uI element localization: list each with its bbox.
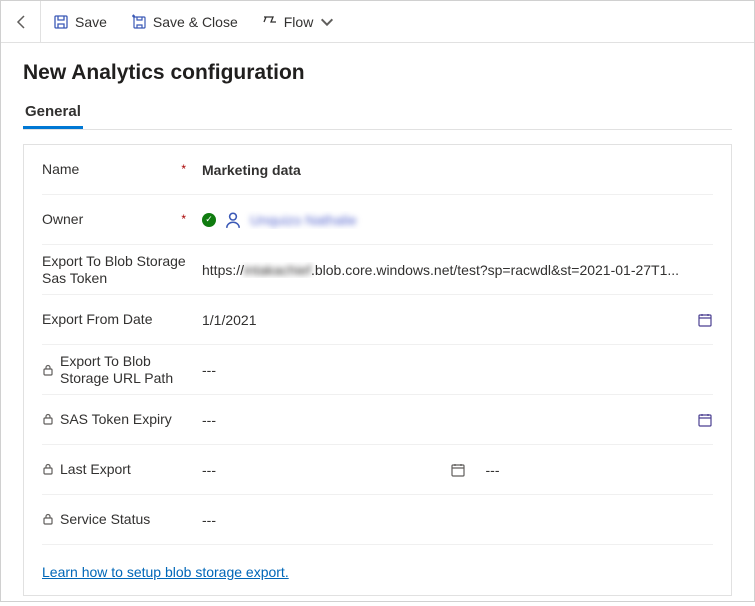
row-sas-token: Export To Blob Storage Sas Token https:/… — [42, 245, 713, 295]
sas-suffix: .blob.core.windows.net/test?sp=racwdl&st… — [311, 262, 679, 278]
lock-icon — [42, 463, 54, 475]
row-service-status: Service Status --- — [42, 495, 713, 545]
sas-prefix: https:// — [202, 262, 244, 278]
label-service-status: Service Status — [60, 511, 150, 528]
label-url-path: Export To Blob Storage URL Path — [60, 353, 202, 387]
owner-field[interactable]: Unquizo Nathalie — [202, 211, 713, 229]
save-close-button[interactable]: Save & Close — [119, 1, 250, 42]
calendar-icon[interactable] — [450, 462, 466, 478]
calendar-icon[interactable] — [697, 312, 713, 328]
service-status-field: --- — [202, 512, 713, 528]
lock-icon — [42, 364, 54, 376]
label-name: Name — [42, 161, 79, 178]
required-indicator: * — [181, 212, 202, 226]
label-last-export: Last Export — [60, 461, 131, 478]
save-icon — [53, 14, 69, 30]
help-link[interactable]: Learn how to setup blob storage export. — [42, 564, 289, 580]
presence-available-icon — [202, 213, 216, 227]
row-last-export: Last Export --- --- — [42, 445, 713, 495]
calendar-icon[interactable] — [697, 412, 713, 428]
required-indicator: * — [181, 162, 202, 176]
command-bar: Save Save & Close Flow — [1, 1, 754, 43]
row-url-path: Export To Blob Storage URL Path --- — [42, 345, 713, 395]
lock-icon — [42, 513, 54, 525]
label-sas-expiry: SAS Token Expiry — [60, 411, 172, 428]
flow-label: Flow — [284, 14, 314, 30]
save-button[interactable]: Save — [41, 1, 119, 42]
sas-expiry-field: --- — [202, 412, 216, 428]
label-export-from: Export From Date — [42, 311, 152, 328]
export-from-field[interactable]: 1/1/2021 — [202, 312, 713, 328]
page-title: New Analytics configuration — [23, 61, 732, 85]
tab-general[interactable]: General — [23, 99, 83, 129]
save-label: Save — [75, 14, 107, 30]
chevron-down-icon — [319, 14, 335, 30]
name-field[interactable]: Marketing data — [202, 162, 713, 178]
save-close-icon — [131, 14, 147, 30]
row-help-link: Learn how to setup blob storage export. — [42, 545, 713, 595]
flow-button[interactable]: Flow — [250, 1, 348, 42]
row-name: Name * Marketing data — [42, 145, 713, 195]
lock-icon — [42, 413, 54, 425]
sas-host: intakachief — [244, 262, 311, 278]
flow-icon — [262, 14, 278, 30]
page-content: New Analytics configuration General Name… — [1, 43, 754, 606]
label-sas-token: Export To Blob Storage Sas Token — [42, 253, 202, 287]
person-icon — [224, 211, 242, 229]
last-export-date-field: --- — [202, 462, 430, 478]
form-panel: Name * Marketing data Owner * Unquizo Na… — [23, 144, 732, 596]
row-sas-expiry: SAS Token Expiry --- — [42, 395, 713, 445]
export-from-value: 1/1/2021 — [202, 312, 257, 328]
url-path-field: --- — [202, 362, 713, 378]
save-close-label: Save & Close — [153, 14, 238, 30]
sas-token-field[interactable]: https://intakachief.blob.core.windows.ne… — [202, 262, 713, 278]
row-owner: Owner * Unquizo Nathalie — [42, 195, 713, 245]
label-owner: Owner — [42, 211, 83, 228]
back-button[interactable] — [1, 1, 41, 42]
tabs: General — [23, 99, 732, 130]
row-export-from: Export From Date 1/1/2021 — [42, 295, 713, 345]
owner-name: Unquizo Nathalie — [250, 212, 357, 228]
last-export-time-field: --- — [486, 462, 714, 478]
